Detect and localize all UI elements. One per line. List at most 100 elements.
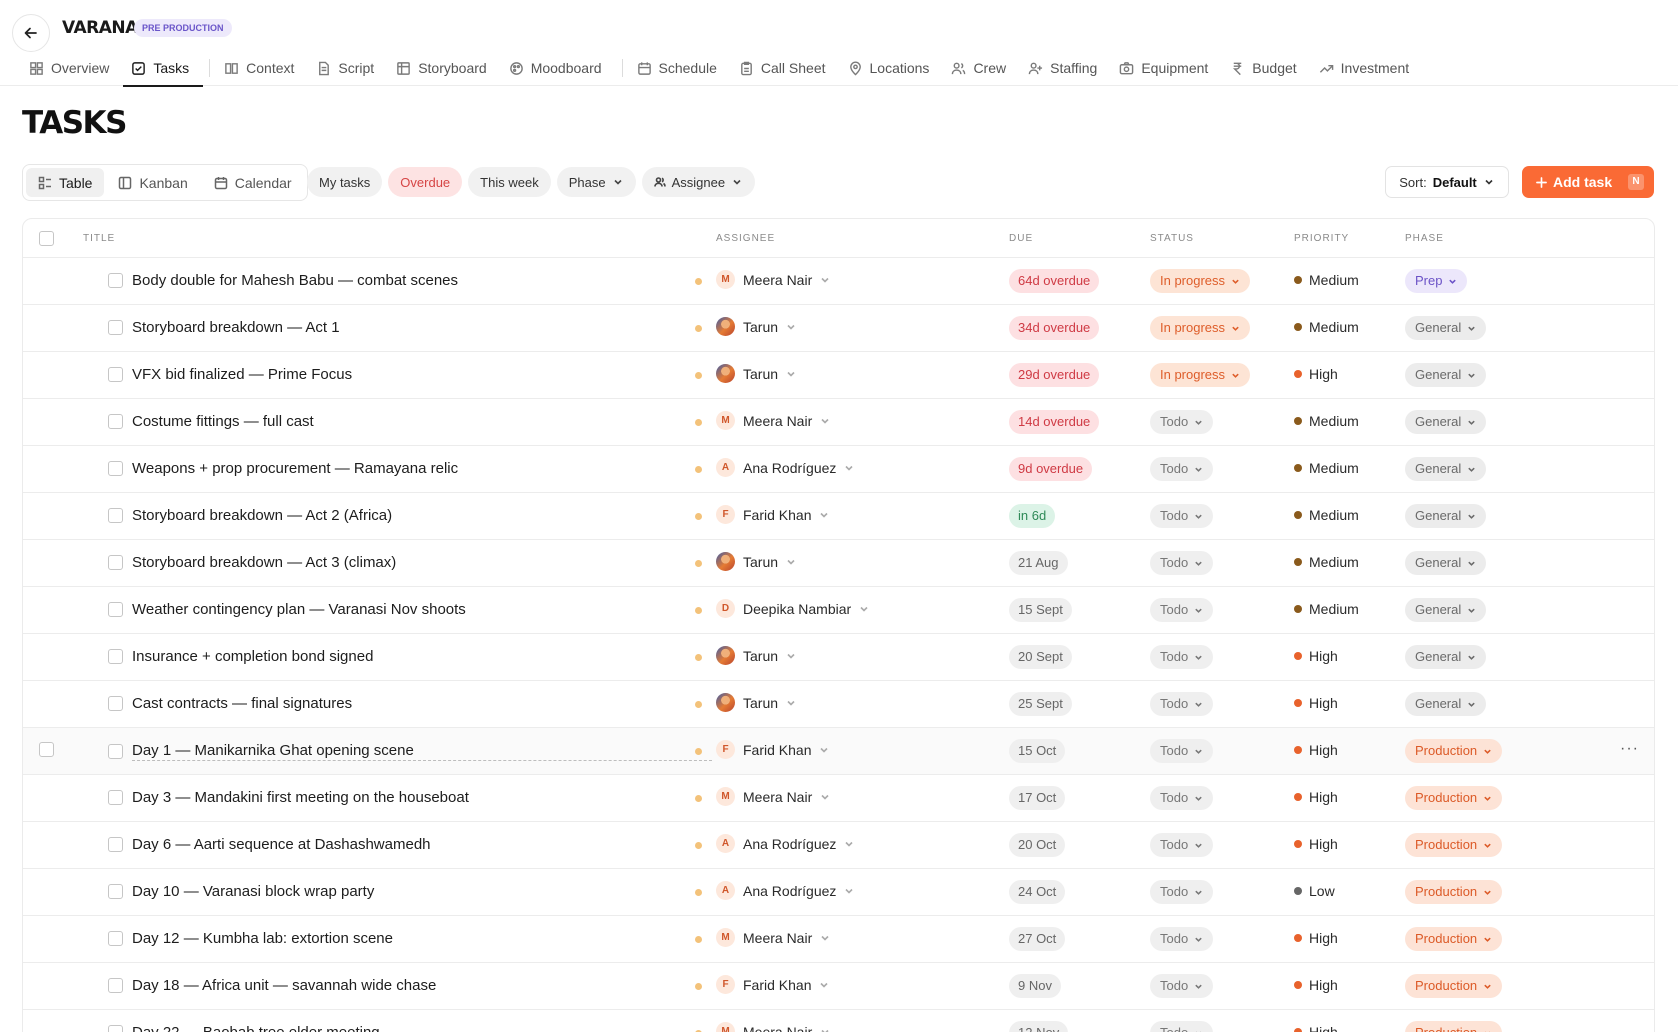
column-due[interactable]: DUE — [1009, 233, 1033, 244]
filter-this-week[interactable]: This week — [468, 167, 551, 197]
task-complete-checkbox[interactable] — [108, 414, 123, 429]
due-badge[interactable]: 21 Aug — [1009, 551, 1068, 575]
row-select-checkbox[interactable] — [39, 742, 54, 757]
filter-overdue[interactable]: Overdue — [388, 167, 463, 197]
assignee-dropdown[interactable]: F Farid Khan — [716, 975, 829, 994]
phase-dropdown[interactable]: General — [1405, 504, 1487, 528]
phase-dropdown[interactable]: General — [1405, 692, 1487, 716]
priority-cell[interactable]: High — [1294, 836, 1338, 852]
task-complete-checkbox[interactable] — [108, 367, 123, 382]
task-complete-checkbox[interactable] — [108, 508, 123, 523]
assignee-dropdown[interactable]: M Meera Nair — [716, 411, 830, 430]
tab-investment[interactable]: Investment — [1311, 50, 1423, 86]
task-title-cell[interactable]: Storyboard breakdown — Act 2 (Africa) — [108, 507, 392, 524]
task-complete-checkbox[interactable] — [108, 884, 123, 899]
task-title[interactable]: Body double for Mahesh Babu — combat sce… — [132, 272, 458, 289]
status-dropdown[interactable]: Todo — [1150, 645, 1214, 669]
task-title[interactable]: Storyboard breakdown — Act 1 — [132, 319, 340, 336]
table-row[interactable]: Body double for Mahesh Babu — combat sce… — [23, 258, 1654, 305]
table-row[interactable]: Weather contingency plan — Varanasi Nov … — [23, 587, 1654, 634]
assignee-dropdown[interactable]: F Farid Khan — [716, 505, 829, 524]
due-badge[interactable]: 12 Nov — [1009, 1021, 1069, 1032]
task-title-cell[interactable]: Weather contingency plan — Varanasi Nov … — [108, 601, 466, 618]
due-badge[interactable]: 15 Oct — [1009, 739, 1066, 763]
priority-cell[interactable]: High — [1294, 366, 1338, 382]
column-status[interactable]: STATUS — [1150, 233, 1194, 244]
phase-dropdown[interactable]: Production — [1405, 1021, 1503, 1032]
task-complete-checkbox[interactable] — [108, 744, 123, 759]
status-dropdown[interactable]: Todo — [1150, 598, 1214, 622]
assignee-dropdown[interactable]: Tarun — [716, 552, 796, 571]
column-assignee[interactable]: ASSIGNEE — [716, 233, 775, 244]
priority-cell[interactable]: Medium — [1294, 272, 1359, 288]
phase-dropdown[interactable]: General — [1405, 598, 1487, 622]
status-dropdown[interactable]: Todo — [1150, 410, 1214, 434]
column-priority[interactable]: PRIORITY — [1294, 233, 1349, 244]
task-complete-checkbox[interactable] — [108, 696, 123, 711]
status-dropdown[interactable]: In progress — [1150, 316, 1251, 340]
task-title-cell[interactable]: Day 3 — Mandakini first meeting on the h… — [108, 789, 469, 806]
task-title-cell[interactable]: Day 12 — Kumbha lab: extortion scene — [108, 930, 393, 947]
column-phase[interactable]: PHASE — [1405, 233, 1444, 244]
table-row[interactable]: Day 12 — Kumbha lab: extortion scene M Mee… — [23, 916, 1654, 963]
assignee-dropdown[interactable]: D Deepika Nambiar — [716, 599, 869, 618]
phase-dropdown[interactable]: General — [1405, 457, 1487, 481]
priority-cell[interactable]: Medium — [1294, 554, 1359, 570]
due-badge[interactable]: 25 Sept — [1009, 692, 1072, 716]
tab-staffing[interactable]: Staffing — [1020, 50, 1111, 86]
priority-cell[interactable]: High — [1294, 648, 1338, 664]
task-title-cell[interactable]: Day 10 — Varanasi block wrap party — [108, 883, 374, 900]
table-row[interactable]: VFX bid finalized — Prime Focus Tarun 29d … — [23, 352, 1654, 399]
tab-moodboard[interactable]: Moodboard — [501, 50, 616, 86]
task-title[interactable]: Day 18 — Africa unit — savannah wide cha… — [132, 977, 436, 994]
assignee-dropdown[interactable]: F Farid Khan — [716, 740, 829, 759]
status-dropdown[interactable]: Todo — [1150, 1021, 1214, 1032]
due-badge[interactable]: 29d overdue — [1009, 363, 1100, 387]
priority-cell[interactable]: High — [1294, 930, 1338, 946]
task-title-cell[interactable]: Storyboard breakdown — Act 3 (climax) — [108, 554, 396, 571]
table-row[interactable]: Storyboard breakdown — Act 1 Tarun 34d ove… — [23, 305, 1654, 352]
phase-dropdown[interactable]: General — [1405, 645, 1487, 669]
phase-dropdown[interactable]: General — [1405, 363, 1487, 387]
task-title[interactable]: Storyboard breakdown — Act 3 (climax) — [132, 554, 396, 571]
column-title[interactable]: TITLE — [83, 233, 115, 244]
priority-cell[interactable]: High — [1294, 977, 1338, 993]
priority-cell[interactable]: Medium — [1294, 413, 1359, 429]
status-dropdown[interactable]: In progress — [1150, 363, 1251, 387]
tab-overview[interactable]: Overview — [21, 50, 123, 86]
due-badge[interactable]: 9d overdue — [1009, 457, 1093, 481]
task-title-cell[interactable]: Body double for Mahesh Babu — combat sce… — [108, 272, 458, 289]
assignee-dropdown[interactable]: M Meera Nair — [716, 928, 830, 947]
priority-cell[interactable]: Medium — [1294, 460, 1359, 476]
priority-cell[interactable]: Medium — [1294, 507, 1359, 523]
tab-call-sheet[interactable]: Call Sheet — [731, 50, 840, 86]
row-more-icon[interactable]: ··· — [1620, 740, 1639, 758]
task-title-cell[interactable]: Weapons + prop procurement — Ramayana re… — [108, 460, 458, 477]
task-title[interactable]: Day 22 — Baobab tree elder meeting — [132, 1024, 380, 1032]
task-complete-checkbox[interactable] — [108, 461, 123, 476]
task-title[interactable]: Day 6 — Aarti sequence at Dashashwamedh — [132, 836, 431, 853]
phase-dropdown[interactable]: Production — [1405, 927, 1503, 951]
assignee-dropdown[interactable]: M Meera Nair — [716, 787, 830, 806]
priority-cell[interactable]: Low — [1294, 883, 1335, 899]
priority-cell[interactable]: High — [1294, 1024, 1338, 1032]
tab-storyboard[interactable]: Storyboard — [388, 50, 500, 86]
task-title-cell[interactable]: Day 1 — Manikarnika Ghat opening scene — [108, 742, 712, 761]
task-complete-checkbox[interactable] — [108, 1025, 123, 1032]
task-title[interactable]: Day 1 — Manikarnika Ghat opening scene — [132, 742, 712, 761]
tab-tasks[interactable]: Tasks — [123, 50, 203, 87]
assignee-dropdown[interactable]: M Meera Nair — [716, 1022, 830, 1032]
task-complete-checkbox[interactable] — [108, 273, 123, 288]
tab-script[interactable]: Script — [308, 50, 388, 86]
phase-dropdown[interactable]: General — [1405, 551, 1487, 575]
task-complete-checkbox[interactable] — [108, 320, 123, 335]
task-title[interactable]: Day 3 — Mandakini first meeting on the h… — [132, 789, 469, 806]
task-title[interactable]: Day 10 — Varanasi block wrap party — [132, 883, 374, 900]
assignee-dropdown[interactable]: Tarun — [716, 646, 796, 665]
assignee-dropdown[interactable]: A Ana Rodríguez — [716, 881, 854, 900]
priority-cell[interactable]: High — [1294, 789, 1338, 805]
task-title[interactable]: Weather contingency plan — Varanasi Nov … — [132, 601, 466, 618]
tab-locations[interactable]: Locations — [840, 50, 944, 86]
assignee-dropdown[interactable]: Tarun — [716, 364, 796, 383]
task-title-cell[interactable]: Insurance + completion bond signed — [108, 648, 373, 665]
